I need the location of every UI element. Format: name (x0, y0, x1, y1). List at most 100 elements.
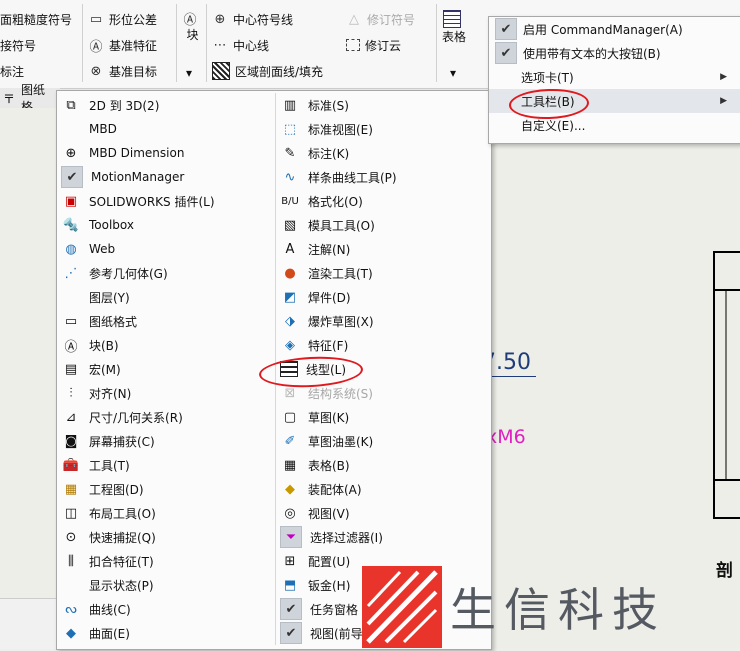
snap-icon: ⊙ (65, 529, 77, 545)
menu-item-layers[interactable]: 图层(Y) (57, 285, 273, 309)
sketch-ink-icon: ✐ (284, 433, 296, 449)
table-icon: ▦ (283, 457, 297, 473)
menu-item-2d-to-3d[interactable]: ⧉ 2D 到 3D(2) (57, 93, 273, 117)
revision-cloud-icon (346, 39, 360, 51)
menu-item-quick-snaps[interactable]: ⊙ 快速捕捉(Q) (57, 525, 273, 549)
menu-item-table[interactable]: ▦ 表格(B) (276, 453, 492, 477)
menu-item-web[interactable]: ◍ Web (57, 237, 273, 261)
table-icon (442, 10, 461, 28)
sketch-icon: ▢ (283, 409, 297, 425)
menu-item-curves[interactable]: ᔓ 曲线(C) (57, 597, 273, 621)
menu-item-motionmanager[interactable]: ✔ MotionManager (57, 165, 273, 189)
reference-geometry-icon: ⋰ (64, 265, 78, 281)
hole-callout-button[interactable]: 标注 (0, 60, 24, 82)
menu-item-render-tools[interactable]: ● 渲染工具(T) (276, 261, 492, 285)
menu-item-large-buttons-text[interactable]: ✔ 使用带有文本的大按钮(B) (489, 41, 740, 65)
check-icon: ✔ (495, 18, 517, 40)
table-button[interactable]: 表格 (442, 10, 466, 45)
datum-target-button[interactable]: ⊗ 基准目标 (88, 60, 157, 82)
menu-item-selection-filter[interactable]: ⏷ 选择过滤器(I) (276, 525, 492, 549)
menu-item-macro[interactable]: ▤ 宏(M) (57, 357, 273, 381)
centerline-icon: ⋯ (213, 37, 227, 53)
menu-item-fastening-features[interactable]: ⫼ 扣合特征(T) (57, 549, 273, 573)
standard-icon: ▥ (283, 97, 297, 113)
menu-item-mbd[interactable]: MBD (57, 117, 273, 141)
filter-icon: ⏷ (280, 526, 302, 548)
revision-cloud-button[interactable]: 修订云 (346, 34, 401, 56)
menu-item-display-states[interactable]: 显示状态(P) (57, 573, 273, 597)
datum-target-icon: ⊗ (90, 63, 102, 79)
surface-finish-button[interactable]: 面粗糙度符号 (0, 8, 72, 30)
check-icon: ✔ (61, 166, 83, 188)
explode-icon: ⬗ (285, 313, 295, 329)
datum-feature-button[interactable]: Ⓐ 基准特征 (88, 34, 157, 56)
menu-item-toolbox[interactable]: 🔩 Toolbox (57, 213, 273, 237)
format-icon: B/U (281, 195, 299, 207)
menu-item-sketch[interactable]: ▢ 草图(K) (276, 405, 492, 429)
macro-icon: ▤ (64, 361, 78, 377)
ribbon-separator (206, 4, 207, 82)
menu-item-weldments[interactable]: ◩ 焊件(D) (276, 285, 492, 309)
mold-icon: ▧ (283, 217, 297, 233)
feature-icon: ◈ (285, 337, 295, 353)
ribbon-separator (176, 4, 177, 82)
ribbon-separator (436, 4, 437, 82)
blank-icon (61, 119, 81, 139)
weld-symbol-button[interactable]: 接符号 (0, 34, 36, 56)
table-dropdown-icon[interactable]: ▾ (450, 62, 456, 84)
geometric-tolerance-button[interactable]: ▭ 形位公差 (88, 8, 157, 30)
customize-context-menu: ✔ 启用 CommandManager(A) ✔ 使用带有文本的大按钮(B) 选项卡… (488, 16, 740, 144)
drawing-icon: ▦ (64, 481, 78, 497)
center-mark-button[interactable]: ⊕ 中心符号线 (212, 8, 293, 30)
toolbox-icon: 🧰 (62, 457, 80, 473)
block-dropdown-icon[interactable]: ▾ (186, 62, 192, 84)
configuration-icon: ⊞ (284, 553, 296, 569)
menu-item-enable-commandmanager[interactable]: ✔ 启用 CommandManager(A) (489, 17, 740, 41)
menu-item-view[interactable]: ◎ 视图(V) (276, 501, 492, 525)
menu-item-tabs[interactable]: 选项卡(T) ▶ (489, 65, 740, 89)
assembly-icon: ◆ (285, 481, 295, 497)
menu-item-drawing[interactable]: ▦ 工程图(D) (57, 477, 273, 501)
menu-item-blocks[interactable]: Ⓐ 块(B) (57, 333, 273, 357)
menu-item-reference-geometry[interactable]: ⋰ 参考几何体(G) (57, 261, 273, 285)
logo-text: 生信科技 (450, 583, 666, 637)
feature-tree-panel (0, 598, 60, 649)
menu-item-sheet-format[interactable]: ▭ 图纸格式 (57, 309, 273, 333)
curve-icon: ᔓ (65, 601, 77, 617)
menu-item-explode-sketch[interactable]: ⬗ 爆炸草图(X) (276, 309, 492, 333)
menu-item-dimensions-relations[interactable]: ⊿ 尺寸/几何关系(R) (57, 405, 273, 429)
menu-item-solidworks-addins[interactable]: ▣ SOLIDWORKS 插件(L) (57, 189, 273, 213)
block-button[interactable]: Ⓐ 块 (182, 10, 203, 43)
menu-item-annotate[interactable]: ✎ 标注(K) (276, 141, 492, 165)
menu-item-mold-tools[interactable]: ▧ 模具工具(O) (276, 213, 492, 237)
tab-icon[interactable]: 〒 (0, 90, 18, 107)
revision-symbol-button[interactable]: △ 修订符号 (346, 8, 415, 30)
menu-item-assembly[interactable]: ◆ 装配体(A) (276, 477, 492, 501)
blank-icon (61, 287, 81, 307)
menu-item-spline-tools[interactable]: ∿ 样条曲线工具(P) (276, 165, 492, 189)
menu-item-format[interactable]: B/U 格式化(O) (276, 189, 492, 213)
part-section-drawing (713, 251, 740, 519)
align-icon: ⫶ (69, 385, 73, 401)
menu-item-tools[interactable]: 🧰 工具(T) (57, 453, 273, 477)
menu-item-standard[interactable]: ▥ 标准(S) (276, 93, 492, 117)
menu-item-layout-tools[interactable]: ◫ 布局工具(O) (57, 501, 273, 525)
menu-item-standard-views[interactable]: ⬚ 标准视图(E) (276, 117, 492, 141)
centerline-button[interactable]: ⋯ 中心线 (212, 34, 270, 56)
menu-item-sketch-ink[interactable]: ✐ 草图油墨(K) (276, 429, 492, 453)
center-mark-icon: ⊕ (214, 11, 226, 27)
menu-item-align[interactable]: ⫶ 对齐(N) (57, 381, 273, 405)
menu-item-surfaces[interactable]: ◆ 曲面(E) (57, 621, 273, 645)
check-icon: ✔ (280, 622, 302, 644)
menu-item-annotation[interactable]: A 注解(N) (276, 237, 492, 261)
bolt-icon: 🔩 (62, 217, 80, 233)
view-icon: ◎ (284, 505, 296, 521)
menu-item-mbd-dimension[interactable]: ⊕ MBD Dimension (57, 141, 273, 165)
hatch-fill-button[interactable]: 区域剖面线/填充 (212, 60, 323, 82)
check-icon: ✔ (280, 598, 302, 620)
menu-item-features[interactable]: ◈ 特征(F) (276, 333, 492, 357)
menu-item-screen-capture[interactable]: ◙ 屏幕捕获(C) (57, 429, 273, 453)
annotate-icon: ✎ (284, 145, 296, 161)
watermark-logo: 生信科技 (362, 566, 740, 648)
globe-icon: ◍ (65, 241, 77, 257)
